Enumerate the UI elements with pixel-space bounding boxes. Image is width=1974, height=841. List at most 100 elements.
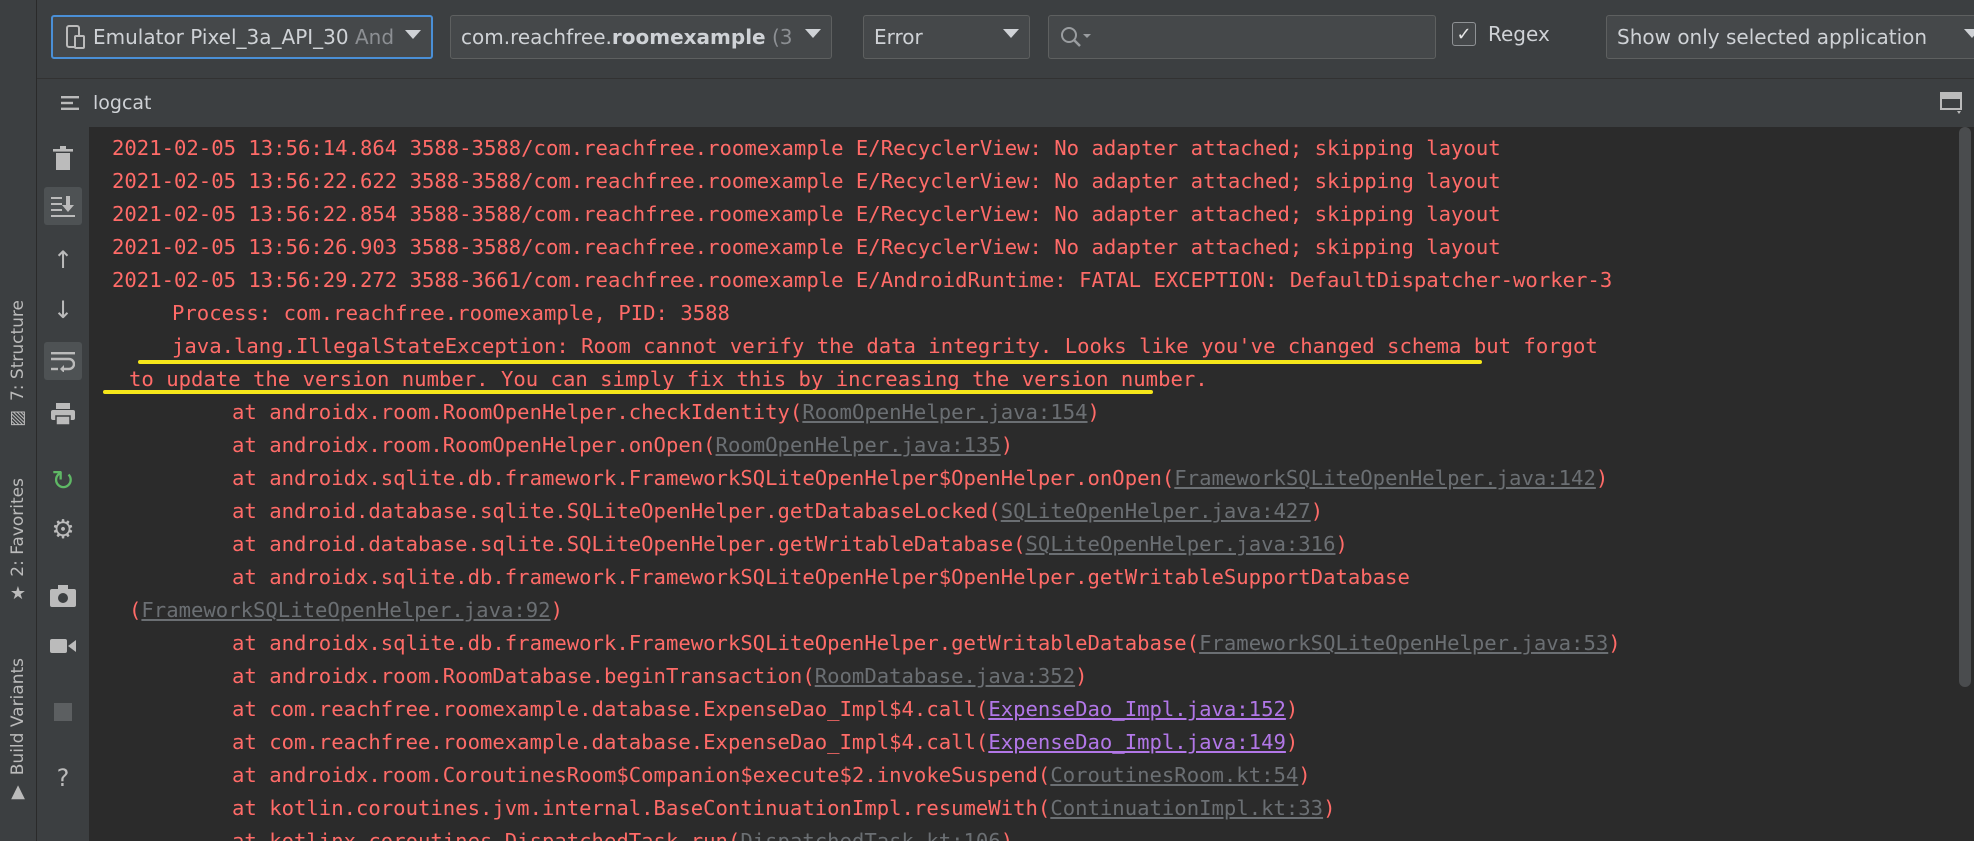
source-link[interactable]: ExpenseDao_Impl.java:149 xyxy=(988,730,1286,754)
build-variants-tab[interactable]: ▲ Build Variants xyxy=(0,658,36,801)
chevron-down-icon xyxy=(1003,29,1019,38)
log-line-text: at com.reachfree.roomexample.database.Ex… xyxy=(232,697,989,721)
log-line-text: ) xyxy=(1285,730,1299,754)
log-line-text: at androidx.room.RoomDatabase.beginTrans… xyxy=(232,664,815,688)
clear-logcat-button[interactable] xyxy=(44,139,82,177)
screen-record-icon xyxy=(50,639,76,653)
log-line-text: ) xyxy=(1000,829,1014,841)
log-line: 2021-02-05 13:56:29.272 3588-3661/com.re… xyxy=(90,264,1956,297)
log-line-text: at androidx.sqlite.db.framework.Framewor… xyxy=(232,565,1410,589)
soft-wrap-icon xyxy=(51,352,75,372)
down-arrow-icon: ↓ xyxy=(52,296,74,324)
regex-label: Regex xyxy=(1488,22,1550,46)
log-line: at android.database.sqlite.SQLiteOpenHel… xyxy=(90,528,1956,561)
log-line-text: at androidx.sqlite.db.framework.Framewor… xyxy=(232,466,1175,490)
screenshot-button[interactable] xyxy=(44,577,82,615)
source-link[interactable]: FrameworkSQLiteOpenHelper.java:92 xyxy=(141,598,550,622)
log-line-text: 2021-02-05 13:56:22.854 3588-3588/com.re… xyxy=(112,202,1501,226)
settings-button[interactable]: ⚙ xyxy=(44,511,82,549)
settings-icon: ⚙ xyxy=(51,515,75,545)
tool-window-strip: ▧ 7: Structure ★ 2: Favorites ▲ Build Va… xyxy=(0,0,37,841)
structure-tab-label: 7: Structure xyxy=(8,300,28,402)
log-line-text: at androidx.sqlite.db.framework.Framewor… xyxy=(232,631,1200,655)
log-line-text: ) xyxy=(1000,433,1014,457)
log-line-text: to update the version number. You can si… xyxy=(129,367,1208,391)
chevron-down-icon xyxy=(405,30,421,39)
log-line: at androidx.room.RoomOpenHelper.checkIde… xyxy=(90,396,1956,429)
screenshot-icon xyxy=(50,585,76,607)
process-selector[interactable]: com.reachfree.roomexample (3588 xyxy=(450,15,832,59)
search-input[interactable] xyxy=(1048,15,1436,59)
device-selector[interactable]: Emulator Pixel_3a_API_30 Andr xyxy=(51,15,433,59)
log-line: at androidx.sqlite.db.framework.Framewor… xyxy=(90,462,1956,495)
log-level-value: Error xyxy=(874,25,923,49)
stop-button[interactable] xyxy=(44,693,82,731)
log-line-text: at androidx.room.RoomOpenHelper.onOpen( xyxy=(232,433,716,457)
device-name: Emulator Pixel_3a_API_30 xyxy=(93,25,349,49)
up-arrow-icon: ↑ xyxy=(52,246,74,274)
log-line: 2021-02-05 13:56:22.622 3588-3588/com.re… xyxy=(90,165,1956,198)
source-link[interactable]: ExpenseDao_Impl.java:152 xyxy=(988,697,1286,721)
log-line-text: at android.database.sqlite.SQLiteOpenHel… xyxy=(232,532,1026,556)
source-link[interactable]: SQLiteOpenHelper.java:316 xyxy=(1026,532,1336,556)
log-line-text: ) xyxy=(1087,400,1100,424)
log-line: 2021-02-05 13:56:14.864 3588-3588/com.re… xyxy=(90,132,1956,165)
logcat-header: logcat xyxy=(37,79,1974,128)
log-line: at android.database.sqlite.SQLiteOpenHel… xyxy=(90,495,1956,528)
favorites-tab[interactable]: ★ 2: Favorites xyxy=(0,478,36,603)
log-scrollbar[interactable] xyxy=(1956,127,1974,841)
log-line-text: at androidx.room.CoroutinesRoom$Companio… xyxy=(232,763,1051,787)
android-icon: ▲ xyxy=(11,781,25,803)
search-icon xyxy=(1061,27,1091,47)
source-link[interactable]: RoomDatabase.java:352 xyxy=(815,664,1075,688)
log-line: at kotlinx.coroutines.DispatchedTask.run… xyxy=(90,825,1956,841)
log-line: at androidx.sqlite.db.framework.Framewor… xyxy=(90,627,1956,660)
print-button[interactable] xyxy=(44,395,82,433)
process-app-name: roomexample xyxy=(611,25,766,49)
source-link[interactable]: FrameworkSQLiteOpenHelper.java:53 xyxy=(1199,631,1608,655)
log-line: Process: com.reachfree.roomexample, PID:… xyxy=(90,297,1956,330)
log-line: java.lang.IllegalStateException: Room ca… xyxy=(90,330,1956,363)
source-link[interactable]: RoomOpenHelper.java:154 xyxy=(802,400,1087,424)
screen-record-button[interactable] xyxy=(44,627,82,665)
log-line-text: ) xyxy=(1285,697,1299,721)
favorites-star-icon: ★ xyxy=(9,582,27,604)
log-line-text: ) xyxy=(1595,466,1609,490)
source-link[interactable]: RoomOpenHelper.java:135 xyxy=(716,433,1001,457)
log-line-text: java.lang.IllegalStateException: Room ca… xyxy=(172,334,1598,358)
regex-option[interactable]: ✓ Regex xyxy=(1452,22,1550,46)
device-phone-icon xyxy=(66,25,85,49)
layout-options-icon[interactable] xyxy=(1940,91,1964,115)
log-line-text: 2021-02-05 13:56:29.272 3588-3661/com.re… xyxy=(112,268,1613,292)
source-link[interactable]: CoroutinesRoom.kt:54 xyxy=(1050,763,1298,787)
log-lines: 2021-02-05 13:56:14.864 3588-3588/com.re… xyxy=(90,132,1956,841)
structure-tab[interactable]: ▧ 7: Structure xyxy=(0,300,36,427)
logcat-output[interactable]: 2021-02-05 13:56:14.864 3588-3588/com.re… xyxy=(90,127,1956,841)
log-line-text: ( xyxy=(129,598,142,622)
log-line-text: ) xyxy=(1323,796,1336,820)
source-link[interactable]: ContinuationImpl.kt:33 xyxy=(1050,796,1323,820)
log-level-selector[interactable]: Error xyxy=(863,15,1030,59)
log-line-text: at android.database.sqlite.SQLiteOpenHel… xyxy=(232,499,1001,523)
scroll-thumb[interactable] xyxy=(1959,127,1971,687)
log-line-text: ) xyxy=(550,598,563,622)
filter-selector[interactable]: Show only selected application xyxy=(1606,15,1974,59)
source-link[interactable]: DispatchedTask.kt:106 xyxy=(740,829,1000,841)
structure-icon: ▧ xyxy=(9,407,27,429)
log-line-text: ) xyxy=(1298,763,1311,787)
log-line: at com.reachfree.roomexample.database.Ex… xyxy=(90,726,1956,759)
log-line-text: at kotlinx.coroutines.DispatchedTask.run… xyxy=(232,829,741,841)
stop-icon xyxy=(54,703,72,721)
help-button[interactable]: ? xyxy=(44,759,82,797)
soft-wrap-button[interactable] xyxy=(44,342,82,380)
highlight-underline xyxy=(138,360,1482,364)
source-link[interactable]: FrameworkSQLiteOpenHelper.java:142 xyxy=(1174,466,1596,490)
log-line: at androidx.sqlite.db.framework.Framewor… xyxy=(90,561,1956,594)
scroll-to-end-button[interactable] xyxy=(44,187,82,225)
previous-occurrence-button[interactable]: ↑ xyxy=(44,241,82,279)
restart-logcat-button[interactable]: ↻ xyxy=(44,461,82,499)
source-link[interactable]: SQLiteOpenHelper.java:427 xyxy=(1001,499,1311,523)
regex-checkbox[interactable]: ✓ xyxy=(1452,22,1476,46)
device-suffix: Andr xyxy=(354,25,393,49)
next-occurrence-button[interactable]: ↓ xyxy=(44,291,82,329)
